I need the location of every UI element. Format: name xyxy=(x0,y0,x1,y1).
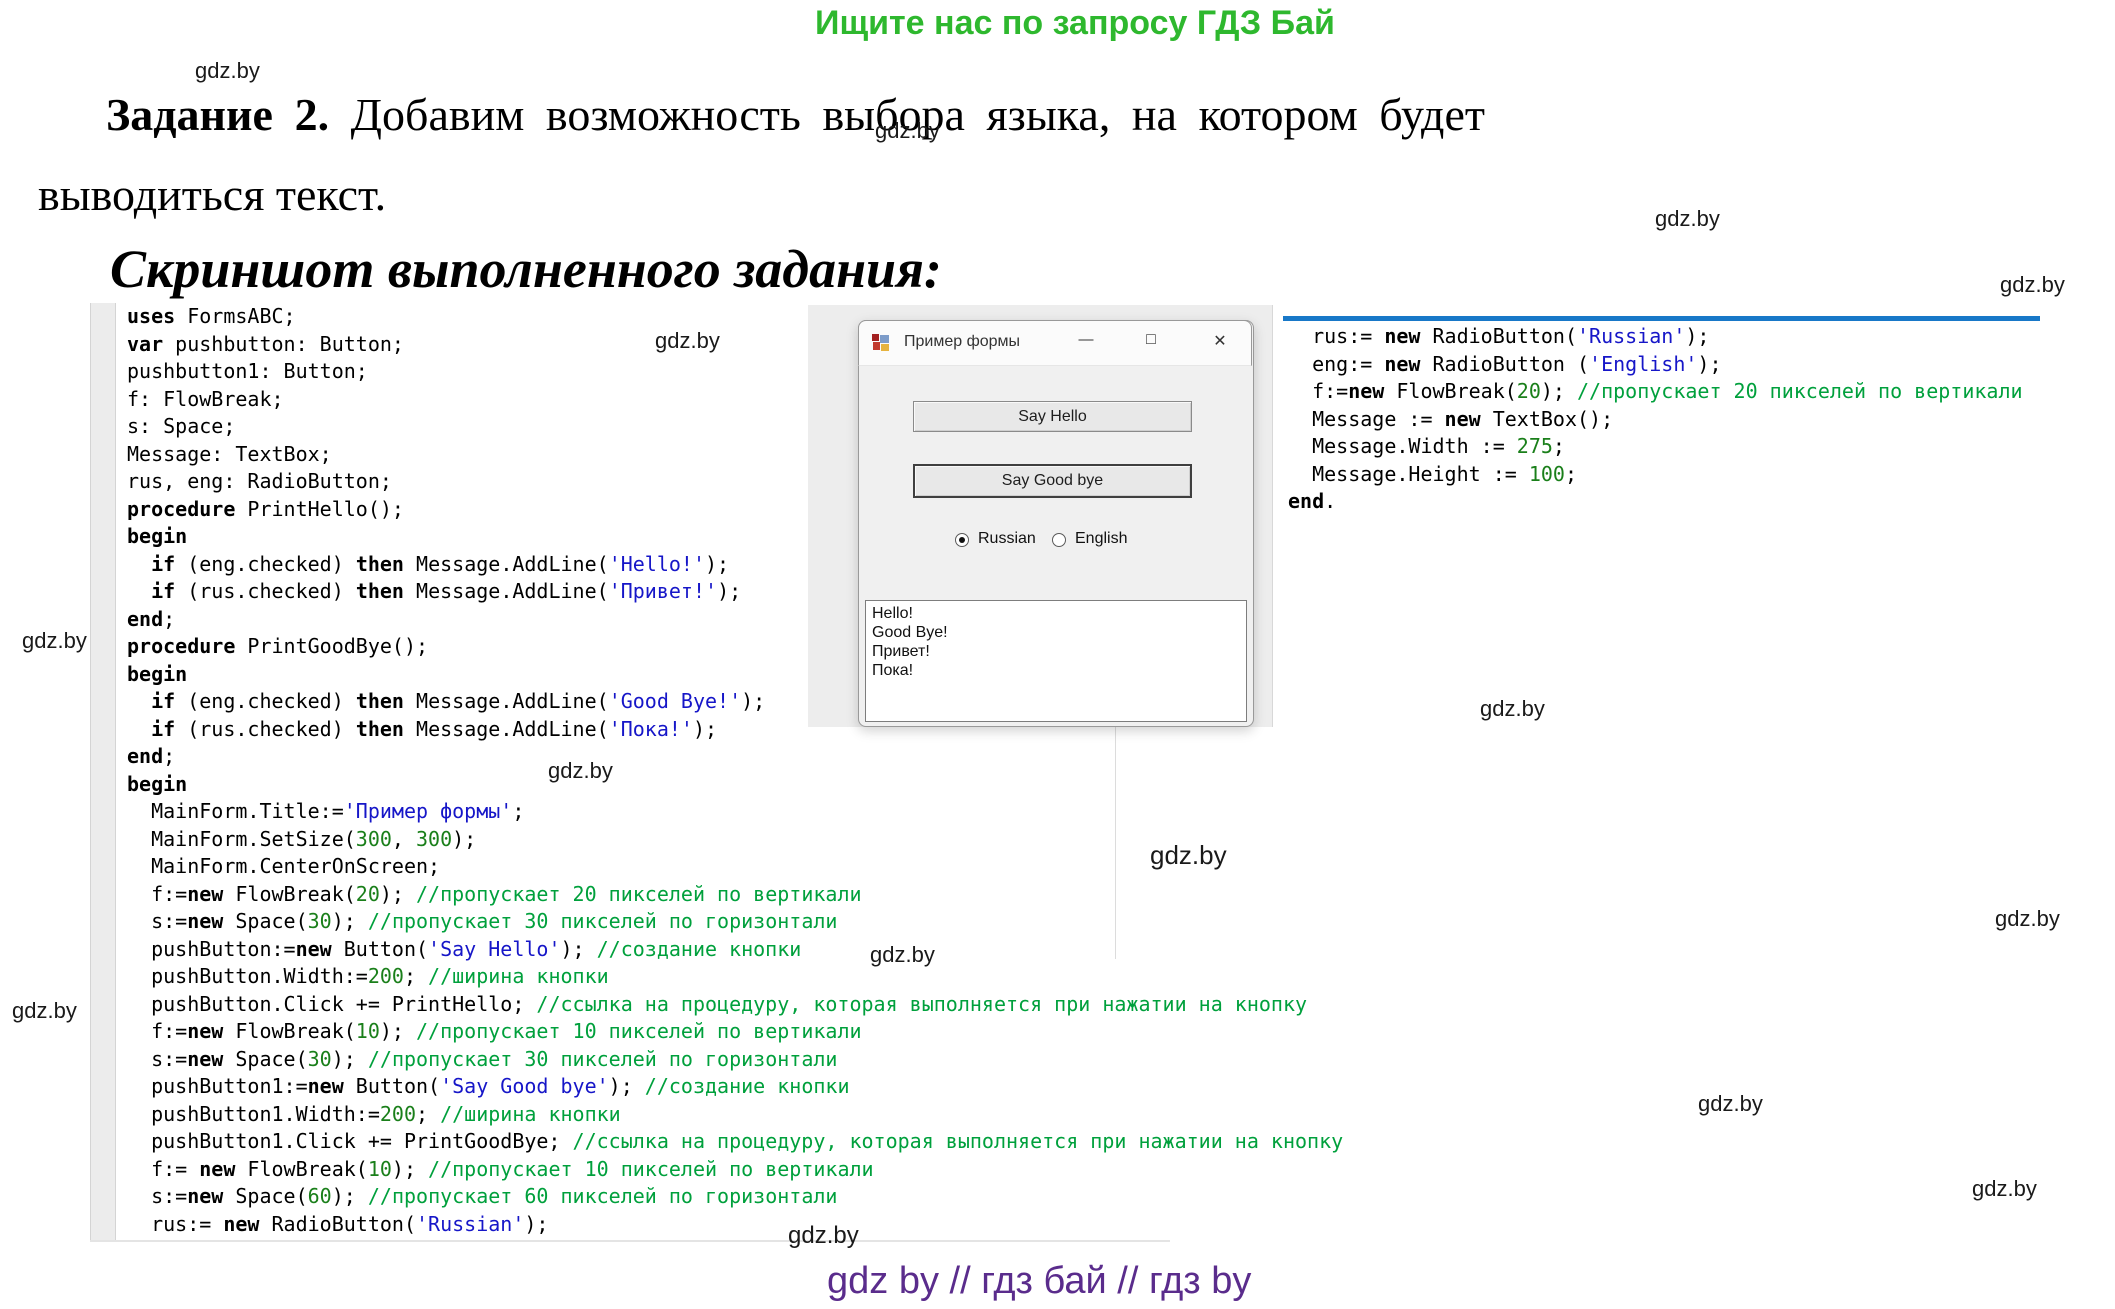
form-title: Пример формы xyxy=(904,333,1020,351)
code-line: s:=new Space(30); //пропускает 30 пиксел… xyxy=(127,1046,1343,1074)
gdzby-watermark: gdz.by xyxy=(548,758,613,784)
maximize-button[interactable]: □ xyxy=(1136,331,1166,349)
code-line: pushButton.Width:=200; //ширина кнопки xyxy=(127,963,1343,991)
radio-english[interactable] xyxy=(1052,533,1066,547)
close-icon[interactable]: ✕ xyxy=(1205,331,1235,351)
gdzby-watermark: gdz.by xyxy=(195,58,260,84)
code-editor-gutter xyxy=(90,303,116,1242)
code-line: pushButton:=new Button('Say Hello'); //с… xyxy=(127,936,1343,964)
code-line: rus:= new RadioButton('Russian'); xyxy=(127,1211,1343,1238)
gdzby-watermark: gdz.by xyxy=(655,328,720,354)
task-number: Задание 2. xyxy=(106,89,329,140)
icon-square-red xyxy=(872,334,879,341)
gdzby-watermark: gdz.by xyxy=(2000,272,2065,298)
code-line: end. xyxy=(1288,488,2023,516)
radio-russian-label: Russian xyxy=(978,530,1036,548)
icon-square-yellow xyxy=(881,344,889,351)
output-line: Привет! xyxy=(872,642,1240,661)
gdzby-watermark: gdz.by xyxy=(1150,840,1227,871)
code-line: s:=new Space(60); //пропускает 60 пиксел… xyxy=(127,1183,1343,1211)
form-app-icon xyxy=(872,334,890,352)
output-line: Hello! xyxy=(872,604,1240,623)
code-line: end; xyxy=(127,743,1343,771)
say-goodbye-button[interactable]: Say Good bye xyxy=(913,464,1192,498)
code-line: f:= new FlowBreak(10); //пропускает 10 п… xyxy=(127,1156,1343,1184)
code-editor-right: rus:= new RadioButton('Russian'); eng:= … xyxy=(1288,323,2023,516)
gdzby-watermark: gdz.by xyxy=(1698,1091,1763,1117)
radio-russian[interactable] xyxy=(955,533,969,547)
promo-header: Ищите нас по запросу ГДЗ Бай xyxy=(815,4,1335,43)
code-line: pushButton1.Click += PrintGoodBye; //ссы… xyxy=(127,1128,1343,1156)
radio-english-label: English xyxy=(1075,530,1127,548)
minimize-button[interactable]: — xyxy=(1071,331,1101,348)
task-paragraph-line1: Задание 2. Добавим возможность выбора яз… xyxy=(38,88,1485,141)
code-line: pushButton1:=new Button('Say Good bye');… xyxy=(127,1073,1343,1101)
output-line: Пока! xyxy=(872,661,1240,680)
code-line: f:=new FlowBreak(10); //пропускает 10 пи… xyxy=(127,1018,1343,1046)
screenshot-seam-line xyxy=(1115,723,1116,959)
code-line: f:=new FlowBreak(20); //пропускает 20 пи… xyxy=(1288,378,2023,406)
code-fragment-bottom-edge xyxy=(90,1240,1170,1242)
task-paragraph-line2: выводиться текст. xyxy=(38,168,386,221)
icon-square-darkred xyxy=(873,342,880,350)
gdzby-watermark: gdz.by xyxy=(788,1222,859,1250)
code-line: Message.Width := 275; xyxy=(1288,433,2023,461)
screenshot-subheading: Скриншот выполненного задания: xyxy=(110,238,942,300)
gdzby-watermark: gdz.by xyxy=(1655,206,1720,232)
footer-brand-text: gdz by // гдз бай // гдз by xyxy=(827,1260,1251,1303)
gdzby-watermark: gdz.by xyxy=(870,942,935,968)
output-textbox[interactable]: Hello!Good Bye!Привет!Пока! xyxy=(865,600,1247,722)
code-line: pushButton.Click += PrintHello; //ссылка… xyxy=(127,991,1343,1019)
say-hello-button[interactable]: Say Hello xyxy=(913,401,1192,432)
output-line: Good Bye! xyxy=(872,623,1240,642)
code-line: rus:= new RadioButton('Russian'); xyxy=(1288,323,2023,351)
blue-divider-line xyxy=(1283,316,2040,321)
code-line: pushButton1.Width:=200; //ширина кнопки xyxy=(127,1101,1343,1129)
code-line: MainForm.Title:='Пример формы'; xyxy=(127,798,1343,826)
code-line: Message.Height := 100; xyxy=(1288,461,2023,489)
code-line: eng:= new RadioButton ('English'); xyxy=(1288,351,2023,379)
gdzby-watermark: gdz.by xyxy=(12,998,77,1024)
code-line: begin xyxy=(127,771,1343,799)
gdzby-watermark: gdz.by xyxy=(1972,1176,2037,1202)
code-line: s:=new Space(30); //пропускает 30 пиксел… xyxy=(127,908,1343,936)
page: Ищите нас по запросу ГДЗ Бай Задание 2. … xyxy=(0,0,2115,1309)
gdzby-watermark: gdz.by xyxy=(1480,696,1545,722)
gdzby-watermark: gdz.by xyxy=(875,118,940,144)
gdzby-watermark: gdz.by xyxy=(22,628,87,654)
icon-square-blue xyxy=(880,335,889,343)
gdzby-watermark: gdz.by xyxy=(1995,906,2060,932)
code-line: Message := new TextBox(); xyxy=(1288,406,2023,434)
code-line: f:=new FlowBreak(20); //пропускает 20 пи… xyxy=(127,881,1343,909)
